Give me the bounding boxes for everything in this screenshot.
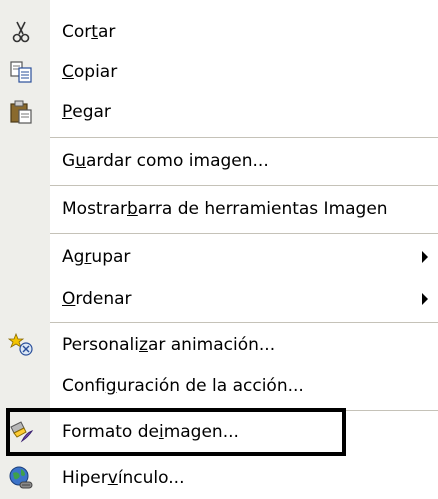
context-menu: Cor t ar Copiar Pegar G u ardar como ima…: [0, 0, 438, 499]
menu-item-label: Pegar: [62, 102, 111, 122]
menu-item-label: Personali z ar animación...: [62, 335, 276, 355]
menu-item-guardar-como-imagen[interactable]: Gu ardar como imagen...: [0, 141, 438, 181]
scissors-icon: [8, 19, 34, 45]
menu-item-label: Mostrar b arra de herramientas Imagen: [62, 199, 388, 219]
menu-item-label: Cor t ar: [62, 22, 116, 42]
menu-item-copiar[interactable]: Copiar: [0, 52, 438, 92]
menu-item-configuracion-accion[interactable]: Confi g uración de la acción...: [0, 366, 438, 406]
menu-item-label: Gu ardar como imagen...: [62, 151, 269, 171]
menu-separator: [50, 233, 438, 234]
menu-item-hipervinculo[interactable]: Hiper v ínculo...: [0, 458, 438, 498]
menu-item-ordenar[interactable]: Ordenar: [0, 279, 438, 319]
custom-animation-icon: [7, 332, 34, 358]
copy-icon: [8, 59, 34, 85]
menu-item-label: Hiper v ínculo...: [62, 468, 185, 488]
menu-item-label: Copiar: [62, 62, 118, 82]
hyperlink-icon: [8, 465, 34, 491]
submenu-arrow-icon: [422, 293, 428, 305]
menu-item-mostrar-barra[interactable]: Mostrar b arra de herramientas Imagen: [0, 189, 438, 229]
menu-item-label: Ag r upar: [62, 247, 131, 267]
menu-separator: [50, 322, 438, 323]
menu-separator: [50, 137, 438, 138]
menu-item-cortar[interactable]: Cor t ar: [0, 12, 438, 52]
menu-separator: [50, 185, 438, 186]
menu-item-pegar[interactable]: Pegar: [0, 92, 438, 132]
menu-item-agrupar[interactable]: Ag r upar: [0, 237, 438, 277]
menu-item-label: Confi g uración de la acción...: [62, 376, 304, 396]
submenu-arrow-icon: [422, 251, 428, 263]
menu-item-personalizar-animacion[interactable]: Personali z ar animación...: [0, 325, 438, 365]
highlight-box: [6, 408, 346, 456]
menu-item-label: Ordenar: [62, 289, 132, 309]
paste-icon: [8, 99, 34, 125]
